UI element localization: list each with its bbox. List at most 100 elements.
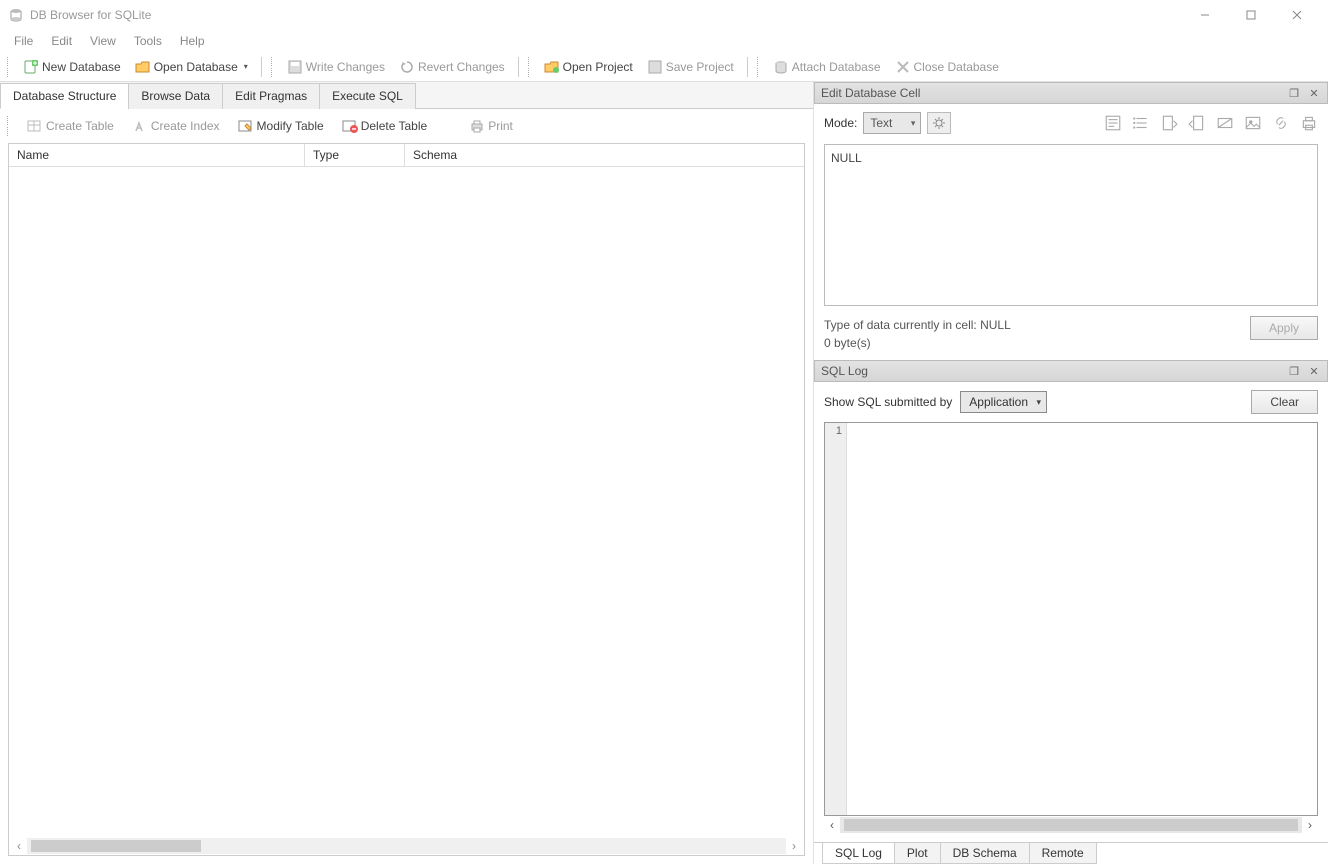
column-header-name[interactable]: Name: [9, 144, 305, 166]
menu-file[interactable]: File: [6, 31, 41, 51]
create-index-button[interactable]: Create Index: [125, 114, 227, 138]
attach-database-icon: [773, 59, 789, 75]
format-button[interactable]: [927, 112, 951, 134]
cell-type-info: Type of data currently in cell: NULL: [824, 316, 1011, 334]
gear-icon: [931, 115, 947, 131]
dock-float-icon[interactable]: ❐: [1287, 364, 1301, 378]
save-project-button[interactable]: Save Project: [640, 55, 741, 79]
revert-changes-icon: [399, 59, 415, 75]
toolbar-grip[interactable]: [7, 116, 13, 136]
open-project-button[interactable]: Open Project: [537, 55, 640, 79]
print-label: Print: [488, 119, 513, 133]
dock-close-icon[interactable]: ✕: [1307, 364, 1321, 378]
menu-edit[interactable]: Edit: [43, 31, 80, 51]
bottom-tab-remote[interactable]: Remote: [1029, 843, 1097, 864]
create-index-icon: [132, 118, 148, 134]
close-button[interactable]: [1274, 0, 1320, 30]
close-database-button[interactable]: Close Database: [888, 55, 1006, 79]
edit-cell-header[interactable]: Edit Database Cell ❐ ✕: [814, 82, 1328, 104]
open-database-label: Open Database: [154, 60, 238, 74]
horizontal-scrollbar[interactable]: ‹ ›: [9, 837, 804, 855]
tab-database-structure[interactable]: Database Structure: [0, 83, 129, 109]
toolbar-grip[interactable]: [7, 57, 13, 77]
attach-database-label: Attach Database: [792, 60, 881, 74]
main-toolbar: New Database Open Database ▾ Write Chang…: [0, 52, 1328, 82]
tab-execute-sql[interactable]: Execute SQL: [319, 83, 416, 109]
edit-cell-title: Edit Database Cell: [821, 86, 920, 100]
sql-log-area[interactable]: 1: [824, 422, 1318, 816]
create-table-button[interactable]: Create Table: [20, 114, 121, 138]
right-pane: Edit Database Cell ❐ ✕ Mode: Text: [814, 82, 1328, 864]
new-database-icon: [23, 59, 39, 75]
sql-log-title: SQL Log: [821, 364, 868, 378]
import-icon[interactable]: [1160, 114, 1178, 132]
print-cell-icon[interactable]: [1300, 114, 1318, 132]
log-line-gutter: 1: [825, 423, 847, 815]
column-header-schema[interactable]: Schema: [405, 144, 804, 166]
sql-log-header[interactable]: SQL Log ❐ ✕: [814, 360, 1328, 382]
new-database-button[interactable]: New Database: [16, 55, 128, 79]
list-icon[interactable]: [1132, 114, 1150, 132]
menubar: File Edit View Tools Help: [0, 30, 1328, 52]
tab-browse-data[interactable]: Browse Data: [128, 83, 223, 109]
open-database-button[interactable]: Open Database ▾: [128, 55, 255, 79]
minimize-button[interactable]: [1182, 0, 1228, 30]
null-icon[interactable]: [1216, 114, 1234, 132]
titlebar: DB Browser for SQLite: [0, 0, 1328, 30]
menu-tools[interactable]: Tools: [126, 31, 170, 51]
close-database-icon: [895, 59, 911, 75]
menu-help[interactable]: Help: [172, 31, 213, 51]
modify-table-label: Modify Table: [257, 119, 324, 133]
delete-table-label: Delete Table: [361, 119, 428, 133]
toolbar-grip[interactable]: [757, 57, 763, 77]
clear-log-button[interactable]: Clear: [1251, 390, 1318, 414]
image-icon[interactable]: [1244, 114, 1262, 132]
bottom-tabs: SQL Log Plot DB Schema Remote: [814, 842, 1328, 864]
export-icon[interactable]: [1188, 114, 1206, 132]
table-body: [9, 167, 804, 837]
log-horizontal-scrollbar[interactable]: ‹ ›: [824, 816, 1318, 834]
dropdown-arrow-icon[interactable]: ▾: [244, 62, 248, 71]
maximize-button[interactable]: [1228, 0, 1274, 30]
log-content[interactable]: [847, 423, 1317, 815]
left-pane: Database Structure Browse Data Edit Prag…: [0, 82, 814, 864]
modify-table-button[interactable]: Modify Table: [231, 114, 331, 138]
column-header-type[interactable]: Type: [305, 144, 405, 166]
revert-changes-label: Revert Changes: [418, 60, 505, 74]
print-button[interactable]: Print: [462, 114, 520, 138]
toolbar-grip[interactable]: [528, 57, 534, 77]
apply-button[interactable]: Apply: [1250, 316, 1318, 340]
write-changes-icon: [287, 59, 303, 75]
link-icon[interactable]: [1272, 114, 1290, 132]
cell-editor[interactable]: NULL: [824, 144, 1318, 306]
save-project-label: Save Project: [666, 60, 734, 74]
open-project-icon: [544, 59, 560, 75]
open-database-icon: [135, 59, 151, 75]
print-icon: [469, 118, 485, 134]
close-database-label: Close Database: [914, 60, 999, 74]
bottom-tab-plot[interactable]: Plot: [894, 843, 941, 864]
cell-size-info: 0 byte(s): [824, 334, 1011, 352]
app-icon: [8, 7, 24, 23]
sql-log-show-label: Show SQL submitted by: [824, 395, 952, 409]
delete-table-button[interactable]: Delete Table: [335, 114, 435, 138]
sql-log-source-select[interactable]: Application: [960, 391, 1047, 413]
revert-changes-button[interactable]: Revert Changes: [392, 55, 512, 79]
create-table-label: Create Table: [46, 119, 114, 133]
menu-view[interactable]: View: [82, 31, 124, 51]
bottom-tab-db-schema[interactable]: DB Schema: [940, 843, 1030, 864]
dock-float-icon[interactable]: ❐: [1287, 86, 1301, 100]
modify-table-icon: [238, 118, 254, 134]
attach-database-button[interactable]: Attach Database: [766, 55, 888, 79]
tab-edit-pragmas[interactable]: Edit Pragmas: [222, 83, 320, 109]
structure-table: Name Type Schema ‹ ›: [8, 143, 805, 856]
new-database-label: New Database: [42, 60, 121, 74]
bottom-tab-sql-log[interactable]: SQL Log: [822, 843, 895, 864]
structure-toolbar: Create Table Create Index Modify Table D…: [0, 109, 813, 143]
main-tabs: Database Structure Browse Data Edit Prag…: [0, 82, 813, 109]
write-changes-button[interactable]: Write Changes: [280, 55, 392, 79]
mode-select[interactable]: Text: [863, 112, 921, 134]
dock-close-icon[interactable]: ✕: [1307, 86, 1321, 100]
text-icon[interactable]: [1104, 114, 1122, 132]
toolbar-grip[interactable]: [271, 57, 277, 77]
